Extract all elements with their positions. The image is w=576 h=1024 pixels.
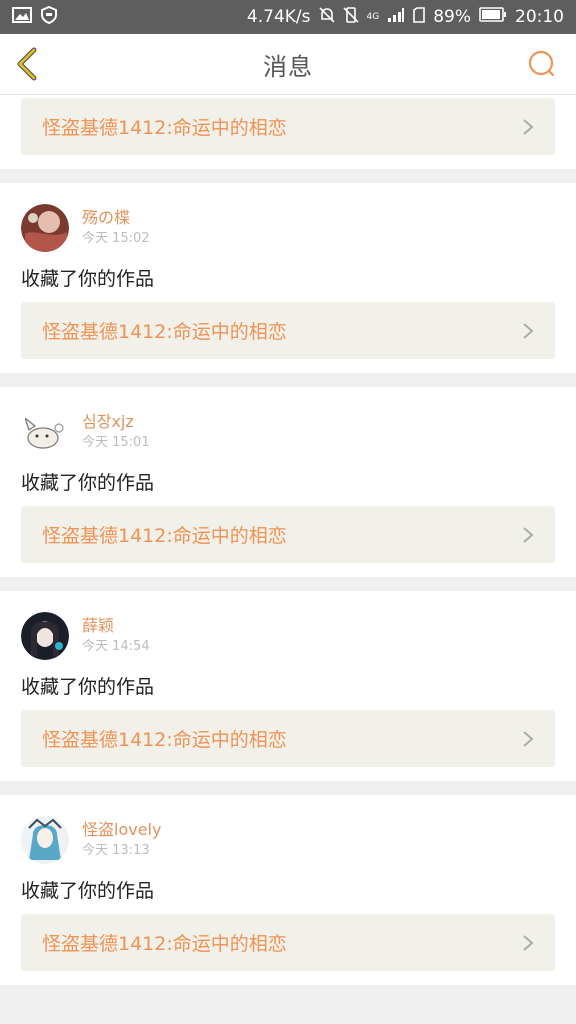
list-item: 薛颖 今天 14:54 收藏了你的作品 怪盗基德1412:命运中的相恋 <box>0 591 576 781</box>
network-type: 4G <box>366 12 380 22</box>
timestamp: 今天 15:01 <box>82 435 150 450</box>
list-item: 怪盗lovely 今天 13:13 收藏了你的作品 怪盗基德1412:命运中的相… <box>0 795 576 985</box>
list-item: 심장xjz 今天 15:01 收藏了你的作品 怪盗基德1412:命运中的相恋 <box>0 387 576 577</box>
work-title: 怪盗基德1412:命运中的相恋 <box>42 525 287 547</box>
vibrate-off-icon <box>342 6 359 28</box>
list-item: 怪盗基德1412:命运中的相恋 <box>0 95 576 169</box>
search-button[interactable] <box>526 48 558 80</box>
battery-percent: 89% <box>433 7 471 27</box>
message-list: 怪盗基德1412:命运中的相恋 殇の楪 今天 15:02 收藏了你的作品 怪盗基… <box>0 95 576 999</box>
network-speed: 4.74K/s <box>246 7 311 27</box>
nav-bar: 消息 <box>0 34 576 95</box>
action-text: 收藏了你的作品 <box>21 268 155 290</box>
battery-icon <box>479 7 507 27</box>
search-icon <box>528 50 555 77</box>
username[interactable]: 심장xjz <box>82 412 150 432</box>
timestamp: 今天 14:54 <box>82 639 150 654</box>
status-bar: 4.74K/s 4G 89% 20:10 <box>0 0 576 34</box>
work-title: 怪盗基德1412:命运中的相恋 <box>42 729 287 751</box>
chevron-right-icon <box>523 322 534 339</box>
avatar[interactable] <box>21 408 69 456</box>
username[interactable]: 薛颖 <box>82 616 150 636</box>
back-button[interactable] <box>10 46 46 82</box>
chevron-right-icon <box>523 118 534 135</box>
username[interactable]: 殇の楪 <box>82 208 150 228</box>
clock: 20:10 <box>515 7 564 27</box>
work-title: 怪盗基德1412:命运中的相恋 <box>42 321 287 343</box>
shield-icon <box>40 5 58 29</box>
work-title: 怪盗基德1412:命运中的相恋 <box>42 117 287 139</box>
action-text: 收藏了你的作品 <box>21 472 155 494</box>
work-link[interactable]: 怪盗基德1412:命运中的相恋 <box>21 914 555 971</box>
chevron-right-icon <box>523 526 534 543</box>
signal-icon <box>387 7 405 28</box>
timestamp: 今天 13:13 <box>82 843 150 858</box>
gallery-icon <box>12 6 32 28</box>
chevron-right-icon <box>523 730 534 747</box>
avatar[interactable] <box>21 612 69 660</box>
action-text: 收藏了你的作品 <box>21 676 155 698</box>
work-link[interactable]: 怪盗基德1412:命运中的相恋 <box>21 710 555 767</box>
page-title: 消息 <box>263 52 313 81</box>
work-link[interactable]: 怪盗基德1412:命运中的相恋 <box>21 302 555 359</box>
avatar[interactable] <box>21 816 69 864</box>
work-link[interactable]: 怪盗基德1412:命运中的相恋 <box>21 98 555 155</box>
mute-icon <box>318 6 335 28</box>
avatar[interactable] <box>21 204 69 252</box>
list-item: 殇の楪 今天 15:02 收藏了你的作品 怪盗基德1412:命运中的相恋 <box>0 183 576 373</box>
chevron-left-icon <box>17 47 37 81</box>
timestamp: 今天 15:02 <box>82 231 150 246</box>
action-text: 收藏了你的作品 <box>21 880 155 902</box>
work-link[interactable]: 怪盗基德1412:命运中的相恋 <box>21 506 555 563</box>
chevron-right-icon <box>523 934 534 951</box>
username[interactable]: 怪盗lovely <box>82 820 161 840</box>
work-title: 怪盗基德1412:命运中的相恋 <box>42 933 287 955</box>
sim-icon <box>413 6 426 28</box>
